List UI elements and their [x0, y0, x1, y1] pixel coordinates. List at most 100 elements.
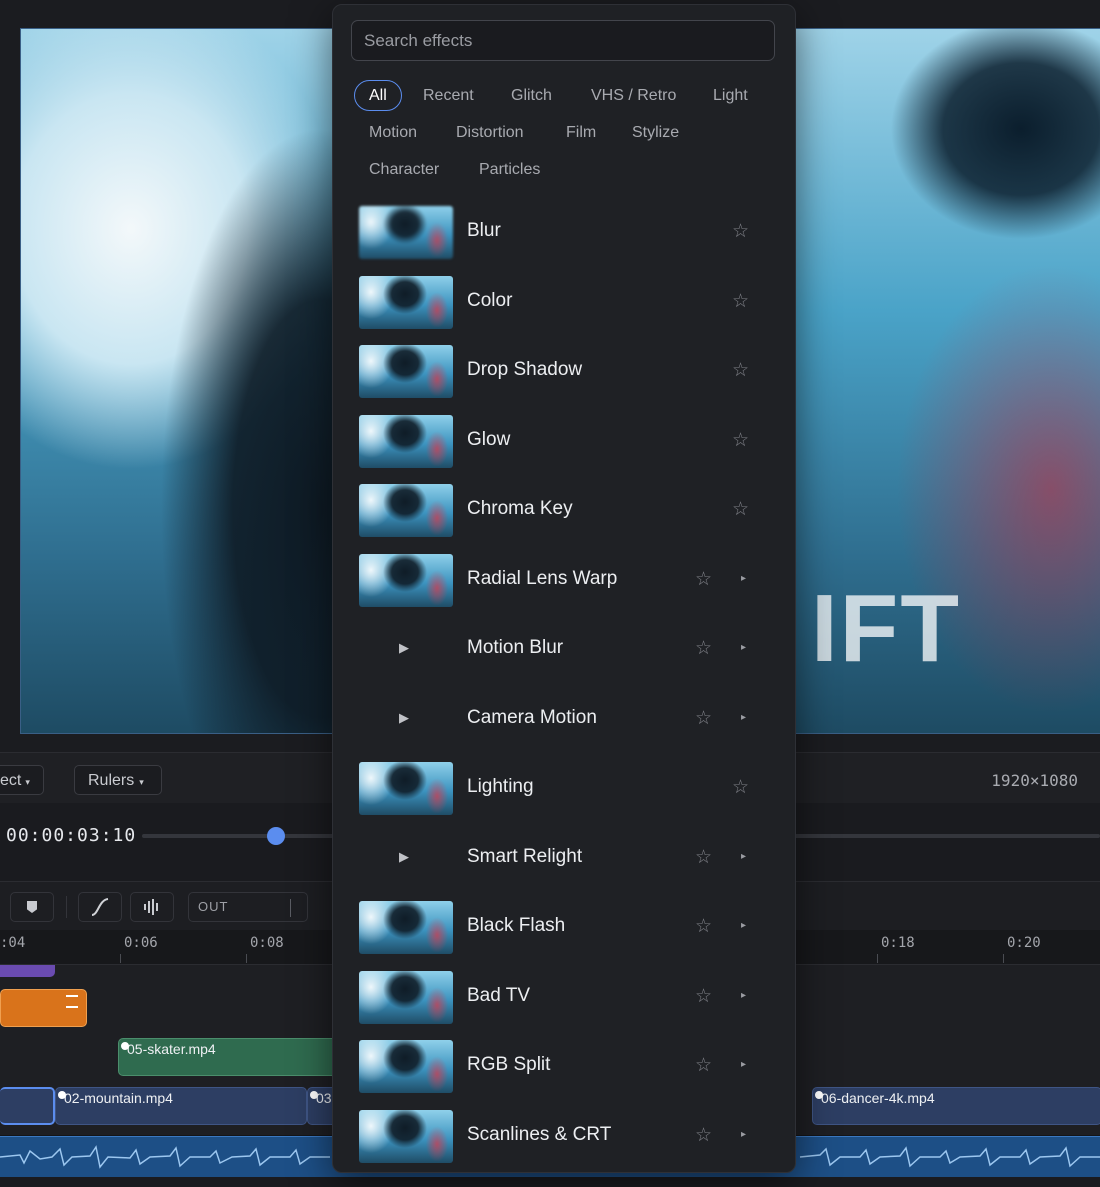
- ruler-tick: 0:08: [250, 935, 284, 951]
- effect-item-motion-blur[interactable]: ▶ Motion Blur ☆ ▸: [333, 617, 795, 683]
- ruler-tick: 0:06: [124, 935, 158, 951]
- split-tool-button[interactable]: [130, 892, 174, 922]
- text-clip[interactable]: [0, 989, 87, 1027]
- category-tab-glitch[interactable]: Glitch: [496, 80, 567, 111]
- category-tab-vhs-retro[interactable]: VHS / Retro: [576, 80, 691, 111]
- category-tab-character[interactable]: Character: [354, 154, 454, 185]
- curve-tool-button[interactable]: [78, 892, 122, 922]
- effect-label: Lighting: [467, 776, 534, 797]
- effect-item-color[interactable]: Color ☆: [333, 270, 795, 336]
- category-tab-all[interactable]: All: [354, 80, 402, 111]
- favorite-star-icon[interactable]: ☆: [732, 220, 749, 243]
- ruler-tick: :04: [0, 935, 26, 951]
- submenu-arrow-icon[interactable]: ▸: [741, 573, 746, 584]
- submenu-arrow-icon[interactable]: ▸: [741, 712, 746, 723]
- effect-label: Drop Shadow: [467, 359, 583, 380]
- search-effects-input[interactable]: [351, 20, 775, 61]
- effect-item-rgb-split[interactable]: RGB Split ☆ ▸: [333, 1034, 795, 1100]
- favorite-star-icon[interactable]: ☆: [695, 637, 712, 660]
- effect-label: Glow: [467, 429, 511, 450]
- effect-label: Radial Lens Warp: [467, 568, 618, 589]
- submenu-arrow-icon[interactable]: ▸: [741, 1129, 746, 1140]
- clip-handle[interactable]: [121, 1042, 129, 1050]
- clip-name: 03: [316, 1090, 332, 1106]
- select-dropdown[interactable]: ect ▾: [0, 765, 44, 795]
- favorite-star-icon[interactable]: ☆: [695, 915, 712, 938]
- effect-item-blur[interactable]: Blur ☆: [333, 200, 795, 266]
- effect-item-black-flash[interactable]: Black Flash ☆ ▸: [333, 895, 795, 961]
- effects-panel: AllRecentGlitch VHS / RetroLight Motion Dis…: [332, 4, 796, 1173]
- clip-handle[interactable]: [310, 1091, 318, 1099]
- category-tab-particles[interactable]: Particles: [464, 154, 555, 185]
- category-tab-film[interactable]: Film: [551, 117, 611, 148]
- favorite-star-icon[interactable]: ☆: [732, 776, 749, 799]
- video-clip-skater[interactable]: 05-skater.mp4: [118, 1038, 338, 1076]
- playhead-handle[interactable]: [267, 827, 285, 845]
- favorite-star-icon[interactable]: ☆: [695, 707, 712, 730]
- effect-item-glow[interactable]: Glow ☆: [333, 409, 795, 475]
- effect-item-bad-tv[interactable]: Bad TV ☆ ▸: [333, 965, 795, 1031]
- favorite-star-icon[interactable]: ☆: [732, 290, 749, 313]
- video-clip-mountain[interactable]: 02-mountain.mp4: [55, 1087, 307, 1125]
- effect-thumbnail: [359, 1110, 453, 1163]
- effect-thumbnail: [359, 415, 453, 468]
- out-point-label: OUT: [198, 899, 229, 914]
- category-tab-recent[interactable]: Recent: [408, 80, 489, 111]
- category-tab-distortion[interactable]: Distortion: [441, 117, 539, 148]
- curve-icon: [91, 898, 109, 916]
- effect-thumbnail: [359, 762, 453, 815]
- submenu-arrow-icon[interactable]: ▸: [741, 642, 746, 653]
- effect-item-scanlines-crt[interactable]: Scanlines & CRT ☆ ▸: [333, 1104, 795, 1170]
- effect-thumbnail: [359, 554, 453, 607]
- submenu-arrow-icon[interactable]: ▸: [741, 990, 746, 1001]
- marker-tool-button[interactable]: [10, 892, 54, 922]
- favorite-star-icon[interactable]: ☆: [695, 1124, 712, 1147]
- out-point-field[interactable]: OUT: [188, 892, 308, 922]
- effect-thumbnail: [359, 345, 453, 398]
- favorite-star-icon[interactable]: ☆: [695, 1054, 712, 1077]
- favorite-star-icon[interactable]: ☆: [695, 985, 712, 1008]
- submenu-arrow-icon[interactable]: ▸: [741, 851, 746, 862]
- submenu-arrow-icon[interactable]: ▸: [741, 920, 746, 931]
- expand-arrow-icon[interactable]: ▶: [399, 710, 409, 726]
- ruler-tick-mark: [877, 954, 878, 963]
- category-tab-light[interactable]: Light: [698, 80, 763, 111]
- effect-item-lighting[interactable]: Lighting ☆: [333, 756, 795, 822]
- purple-clip[interactable]: [0, 965, 55, 977]
- effect-item-camera-motion[interactable]: ▶ Camera Motion ☆ ▸: [333, 687, 795, 753]
- ruler-tick: 0:20: [1007, 935, 1041, 951]
- video-clip-selected[interactable]: [0, 1087, 55, 1125]
- category-tab-motion[interactable]: Motion: [354, 117, 432, 148]
- effect-label: Motion Blur: [467, 637, 564, 658]
- video-clip-dancer[interactable]: 06-dancer-4k.mp4: [812, 1087, 1100, 1125]
- ruler-tick-mark: [120, 954, 121, 963]
- effect-item-smart-relight[interactable]: ▶ Smart Relight ☆ ▸: [333, 826, 795, 892]
- favorite-star-icon[interactable]: ☆: [695, 846, 712, 869]
- resolution-readout: 1920×1080: [991, 771, 1078, 790]
- favorite-star-icon[interactable]: ☆: [695, 568, 712, 591]
- effect-label: Black Flash: [467, 915, 566, 936]
- effect-item-radial-lens-warp[interactable]: Radial Lens Warp ☆ ▸: [333, 548, 795, 614]
- timecode-display: 00:00:03:10: [6, 825, 137, 846]
- tool-divider: [66, 896, 67, 918]
- favorite-star-icon[interactable]: ☆: [732, 498, 749, 521]
- effect-item-chroma-key[interactable]: Chroma Key ☆: [333, 478, 795, 544]
- effect-item-drop-shadow[interactable]: Drop Shadow ☆: [333, 339, 795, 405]
- effect-label: Blur: [467, 220, 501, 241]
- category-tab-stylize[interactable]: Stylize: [617, 117, 694, 148]
- effect-thumbnail: [359, 901, 453, 954]
- effect-thumbnail: [359, 971, 453, 1024]
- clip-handle[interactable]: [815, 1091, 823, 1099]
- favorite-star-icon[interactable]: ☆: [732, 429, 749, 452]
- expand-arrow-icon[interactable]: ▶: [399, 640, 409, 656]
- expand-arrow-icon[interactable]: ▶: [399, 849, 409, 865]
- submenu-arrow-icon[interactable]: ▸: [741, 1059, 746, 1070]
- effect-thumbnail: [359, 1040, 453, 1093]
- chevron-down-icon: ▾: [139, 777, 144, 787]
- rulers-dropdown[interactable]: Rulers ▾: [74, 765, 162, 795]
- favorite-star-icon[interactable]: ☆: [732, 359, 749, 382]
- effect-label: Color: [467, 290, 513, 311]
- effect-thumbnail: [359, 484, 453, 537]
- clip-handle[interactable]: [58, 1091, 66, 1099]
- effect-label: Smart Relight: [467, 846, 583, 867]
